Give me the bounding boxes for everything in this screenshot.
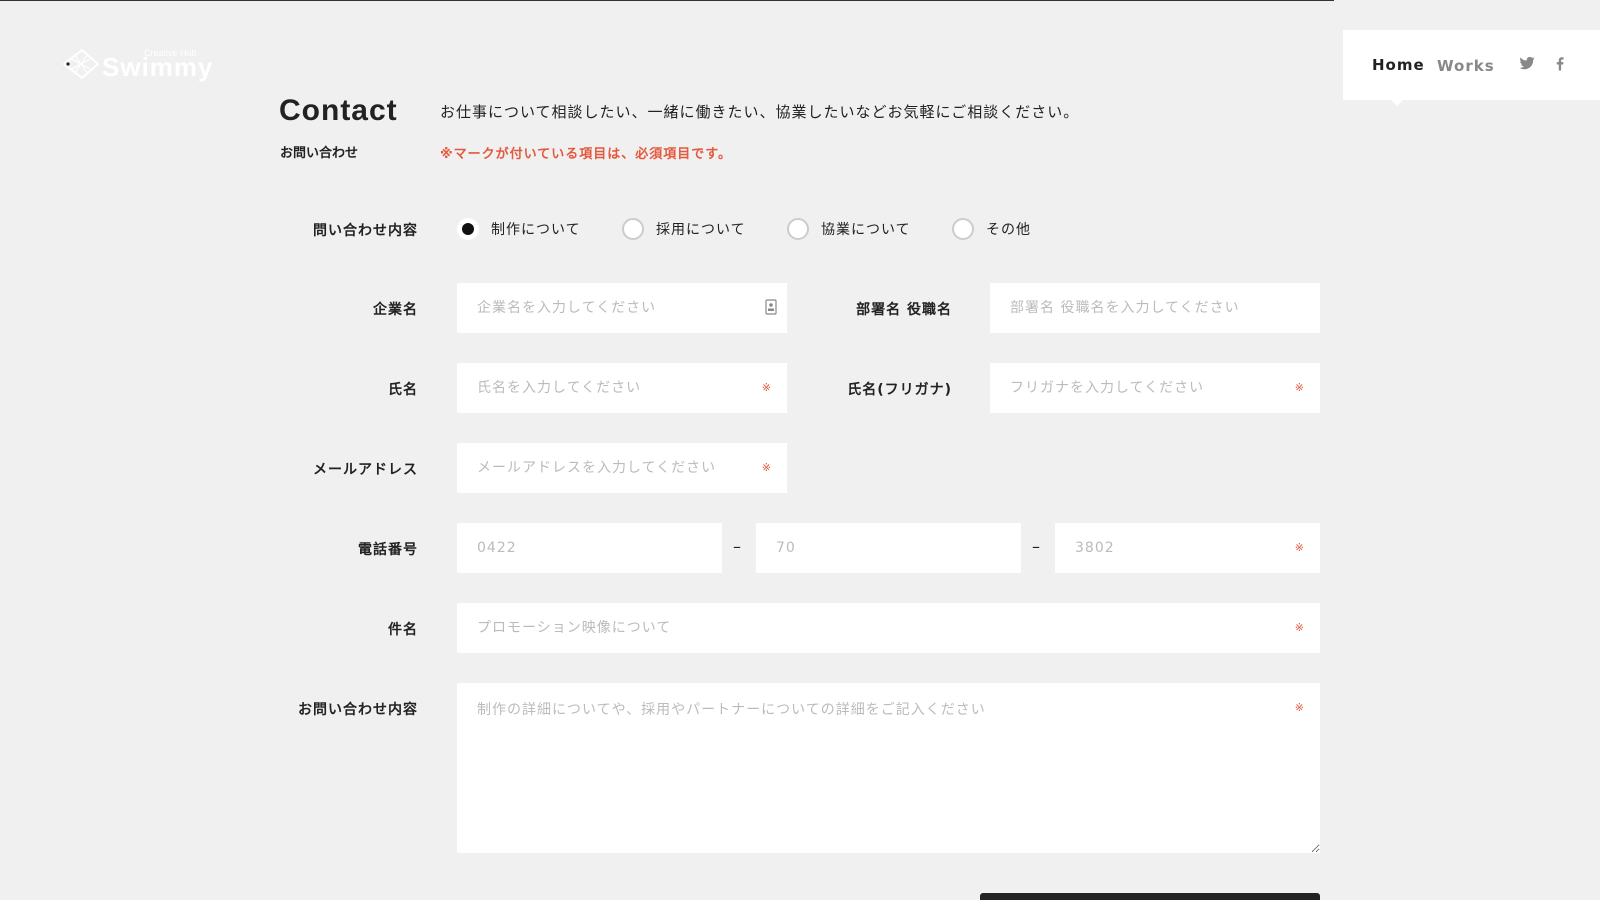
fish-logo-icon (62, 48, 100, 80)
radio-checked-icon (457, 218, 479, 240)
required-mark: ※ (761, 461, 771, 474)
logo-text: Swimmy (102, 52, 214, 82)
name-field: ※ (457, 363, 787, 413)
phone-label: 電話番号 (358, 542, 418, 558)
required-mark: ※ (1294, 701, 1304, 714)
kana-input[interactable] (990, 363, 1320, 413)
radio-other[interactable]: その他 (952, 217, 1031, 241)
department-field (990, 283, 1320, 333)
phone-part1-field (457, 523, 722, 573)
radio-partnership[interactable]: 協業について (787, 217, 911, 241)
phone-part2-input[interactable] (756, 523, 1021, 573)
department-label: 部署名 役職名 (856, 302, 952, 318)
nav-home-link[interactable]: Home (1372, 56, 1425, 74)
email-label: メールアドレス (313, 462, 418, 478)
submit-button[interactable] (980, 893, 1320, 900)
email-field: ※ (457, 443, 787, 493)
radio-unchecked-icon (952, 218, 974, 240)
site-logo[interactable]: Creative Hub Swimmy (62, 44, 214, 88)
intro-text: お仕事について相談したい、一緒に働きたい、協業したいなどお気軽にご相談ください。 (440, 103, 1080, 121)
message-textarea[interactable] (457, 683, 1320, 853)
phone-separator: – (1032, 537, 1040, 556)
message-label: お問い合わせ内容 (298, 702, 418, 718)
radio-recruit[interactable]: 採用について (622, 217, 746, 241)
phone-part2-field (756, 523, 1021, 573)
kana-label: 氏名(フリガナ) (847, 382, 952, 398)
page-title: Contact (279, 94, 398, 127)
company-input[interactable] (457, 283, 787, 333)
phone-separator: – (733, 537, 741, 556)
phone-part3-input[interactable] (1055, 523, 1320, 573)
required-mark: ※ (1294, 381, 1304, 394)
radio-label: 協業について (821, 222, 911, 238)
subject-label: 件名 (388, 622, 418, 638)
department-input[interactable] (990, 283, 1320, 333)
required-note: ※マークが付いている項目は、必須項目です。 (440, 147, 732, 162)
radio-label: 採用について (656, 222, 746, 238)
nav-works-link[interactable]: Works (1437, 57, 1495, 75)
facebook-icon[interactable] (1551, 54, 1569, 72)
company-label: 企業名 (373, 302, 418, 318)
top-border-line (0, 0, 1334, 1)
company-field (457, 283, 787, 333)
inquiry-type-label: 問い合わせ内容 (313, 223, 418, 239)
email-input[interactable] (457, 443, 787, 493)
message-field: ※ (457, 683, 1320, 853)
phone-part3-field: ※ (1055, 523, 1320, 573)
nav-active-indicator (1391, 100, 1403, 106)
contact-card-icon (765, 299, 777, 315)
radio-label: その他 (986, 222, 1031, 238)
twitter-icon[interactable] (1518, 54, 1536, 72)
radio-unchecked-icon (787, 218, 809, 240)
radio-unchecked-icon (622, 218, 644, 240)
kana-field: ※ (990, 363, 1320, 413)
required-mark: ※ (761, 381, 771, 394)
radio-label: 制作について (491, 222, 581, 238)
required-mark: ※ (1294, 621, 1304, 634)
radio-production[interactable]: 制作について (457, 217, 581, 241)
subject-field: ※ (457, 603, 1320, 653)
subject-input[interactable] (457, 603, 1320, 653)
page-subtitle: お問い合わせ (280, 146, 359, 161)
top-nav: Home Works (1343, 30, 1600, 106)
name-label: 氏名 (388, 382, 418, 398)
name-input[interactable] (457, 363, 787, 413)
required-mark: ※ (1294, 541, 1304, 554)
phone-part1-input[interactable] (457, 523, 722, 573)
